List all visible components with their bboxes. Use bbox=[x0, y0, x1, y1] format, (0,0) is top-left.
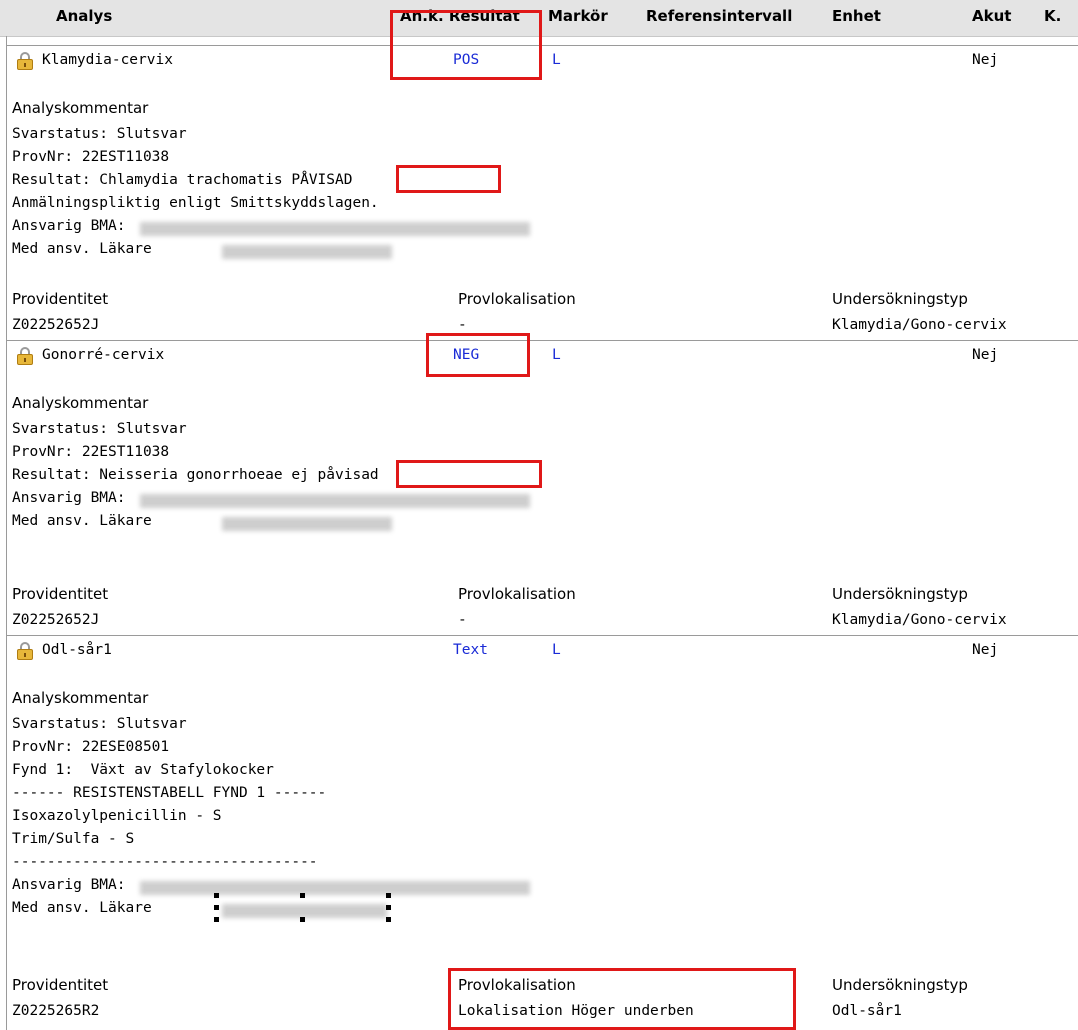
selection-handle[interactable] bbox=[300, 917, 305, 922]
markor-value: L bbox=[552, 52, 561, 68]
comment-line: Ansvarig BMA: bbox=[12, 490, 126, 506]
analys-name[interactable]: Gonorré-cervix bbox=[42, 344, 164, 366]
selection-handle[interactable] bbox=[300, 893, 305, 898]
col-k[interactable]: K. bbox=[1044, 7, 1061, 25]
meta-label-providentitet: Providentitet bbox=[12, 976, 109, 994]
selection-handle[interactable] bbox=[386, 893, 391, 898]
akut-value: Nej bbox=[972, 347, 999, 363]
col-akut[interactable]: Akut bbox=[972, 7, 1011, 25]
meta-label-providentitet: Providentitet bbox=[12, 290, 109, 308]
comment-label: Analyskommentar bbox=[12, 99, 149, 117]
comment-line: Ansvarig BMA: bbox=[12, 877, 126, 893]
result-text: Resultat: Chlamydia trachomatis bbox=[12, 172, 292, 188]
analys-name[interactable]: Odl-sår1 bbox=[42, 639, 112, 661]
comment-line: Med ansv. Läkare bbox=[12, 900, 152, 916]
redacted-name bbox=[140, 494, 530, 508]
redacted-name bbox=[222, 904, 387, 918]
redacted-name bbox=[222, 517, 392, 531]
selection-handle[interactable] bbox=[214, 893, 219, 898]
meta-value-provlokalisation: - bbox=[458, 612, 467, 628]
comment-line: Isoxazolylpenicillin - S bbox=[12, 808, 222, 824]
meta-label-undersokningstyp: Undersökningstyp bbox=[832, 290, 968, 308]
meta-value-providentitet: Z02252652J bbox=[12, 317, 100, 333]
markor-value: L bbox=[552, 642, 561, 658]
comment-line: ProvNr: 22ESE08501 bbox=[12, 739, 170, 755]
comment-line: Med ansv. Läkare bbox=[12, 241, 152, 257]
row-separator bbox=[6, 340, 1078, 341]
highlight-box-neg bbox=[426, 333, 530, 377]
comment-line: ProvNr: 22EST11038 bbox=[12, 444, 170, 460]
comment-line: Resultat: Neisseria gonorrhoeae ej påvis… bbox=[12, 464, 379, 486]
result-finding: PÅVISAD bbox=[291, 172, 353, 188]
result-value[interactable]: Text bbox=[453, 639, 488, 661]
col-referensintervall[interactable]: Referensintervall bbox=[646, 7, 792, 25]
result-text: Resultat: Neisseria gonorrhoeae bbox=[12, 467, 292, 483]
result-finding: ej påvisad bbox=[291, 467, 379, 483]
row-separator bbox=[6, 635, 1078, 636]
highlight-box-ej-pavisad bbox=[396, 460, 542, 488]
comment-line: Fynd 1: Växt av Stafylokocker bbox=[12, 762, 274, 778]
comment-line: Resultat: Chlamydia trachomatis PÅVISAD bbox=[12, 169, 352, 191]
meta-value-providentitet: Z02252652J bbox=[12, 612, 100, 628]
redacted-name bbox=[140, 881, 530, 895]
comment-line: ------ RESISTENSTABELL FYND 1 ------ bbox=[12, 785, 327, 801]
highlight-box-provlokalisation bbox=[448, 968, 796, 1030]
col-enhet[interactable]: Enhet bbox=[832, 7, 881, 25]
col-markor[interactable]: Markör bbox=[548, 7, 608, 25]
comment-label: Analyskommentar bbox=[12, 394, 149, 412]
lock-icon bbox=[17, 52, 33, 70]
redacted-name bbox=[140, 222, 530, 236]
comment-line: ProvNr: 22EST11038 bbox=[12, 149, 170, 165]
redacted-name bbox=[222, 245, 392, 259]
highlight-box-pavisad bbox=[396, 165, 501, 193]
meta-value-undersokningstyp: Klamydia/Gono-cervix bbox=[832, 317, 1007, 333]
comment-label: Analyskommentar bbox=[12, 689, 149, 707]
meta-label-provlokalisation: Provlokalisation bbox=[458, 585, 576, 603]
akut-value: Nej bbox=[972, 52, 999, 68]
row-separator bbox=[6, 45, 1078, 46]
meta-label-providentitet: Providentitet bbox=[12, 585, 109, 603]
meta-label-provlokalisation: Provlokalisation bbox=[458, 290, 576, 308]
selection-handle[interactable] bbox=[386, 917, 391, 922]
selection-handle[interactable] bbox=[214, 917, 219, 922]
markor-value: L bbox=[552, 347, 561, 363]
lock-icon bbox=[17, 347, 33, 365]
meta-label-undersokningstyp: Undersökningstyp bbox=[832, 585, 968, 603]
lock-icon bbox=[17, 642, 33, 660]
comment-line: Svarstatus: Slutsvar bbox=[12, 421, 187, 437]
akut-value: Nej bbox=[972, 642, 999, 658]
table-left-border bbox=[6, 36, 7, 1030]
meta-value-providentitet: Z0225265R2 bbox=[12, 1003, 100, 1019]
meta-label-undersokningstyp: Undersökningstyp bbox=[832, 976, 968, 994]
comment-line: Med ansv. Läkare bbox=[12, 513, 152, 529]
selection-handle[interactable] bbox=[214, 905, 219, 910]
meta-value-undersokningstyp: Odl-sår1 bbox=[832, 1003, 902, 1019]
comment-line: Ansvarig BMA: bbox=[12, 218, 126, 234]
comment-line: Anmälningspliktig enligt Smittskyddslage… bbox=[12, 195, 379, 211]
col-analys[interactable]: Analys bbox=[56, 7, 112, 25]
selection-handle[interactable] bbox=[386, 905, 391, 910]
comment-line: Trim/Sulfa - S bbox=[12, 831, 135, 847]
comment-line: ----------------------------------- bbox=[12, 854, 318, 870]
comment-line: Svarstatus: Slutsvar bbox=[12, 126, 187, 142]
meta-value-undersokningstyp: Klamydia/Gono-cervix bbox=[832, 612, 1007, 628]
highlight-box-resultat-header bbox=[390, 10, 542, 80]
comment-line: Svarstatus: Slutsvar bbox=[12, 716, 187, 732]
analys-name[interactable]: Klamydia-cervix bbox=[42, 49, 173, 71]
